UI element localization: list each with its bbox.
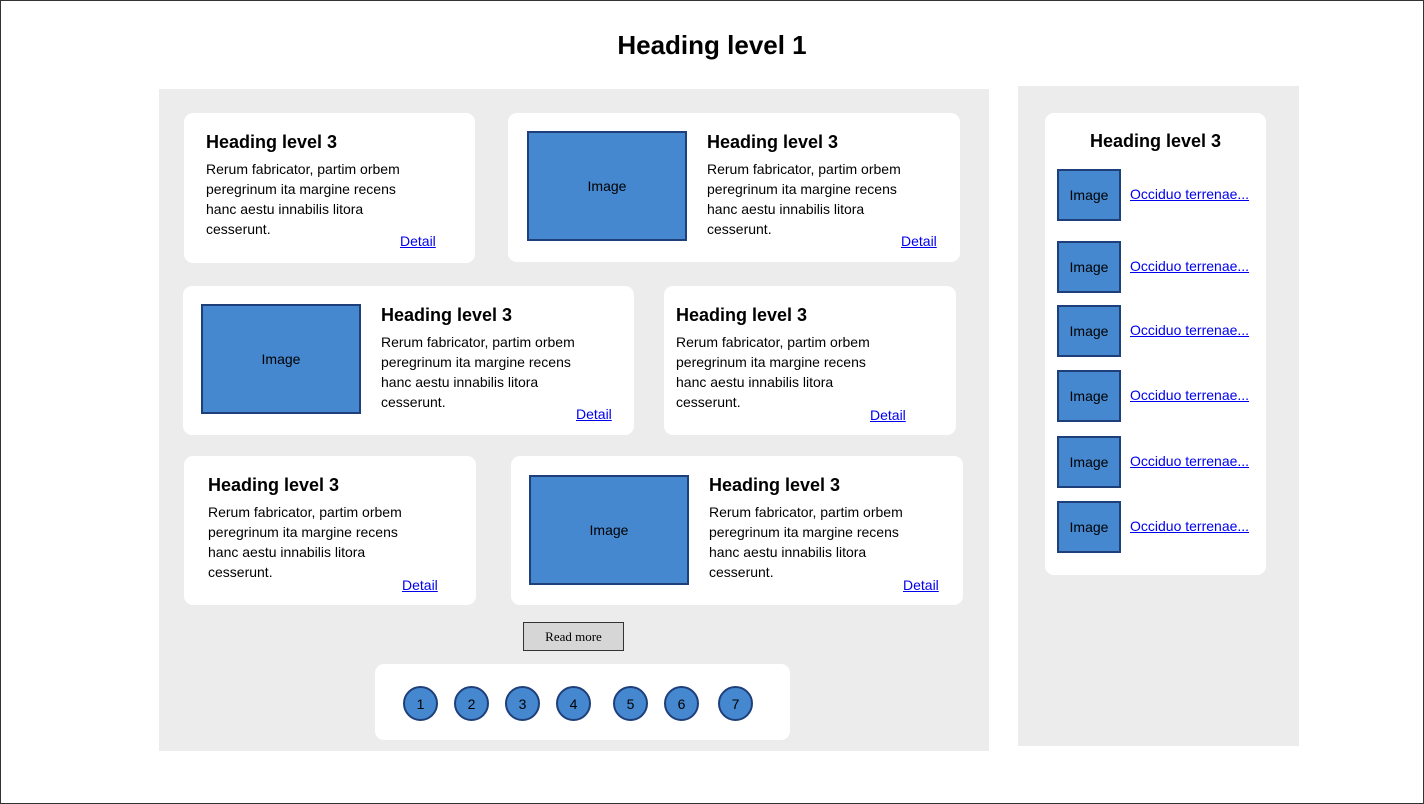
sidebar-list-item: Image Occiduo terrenae... xyxy=(1057,501,1262,553)
content-card: Image Heading level 3 Rerum fabricator, … xyxy=(511,456,963,605)
content-card: Heading level 3 Rerum fabricator, partim… xyxy=(184,113,475,263)
page-button-3[interactable]: 3 xyxy=(505,686,540,721)
card-detail-link[interactable]: Detail xyxy=(576,406,612,422)
sidebar-thumbnail: Image xyxy=(1057,501,1121,553)
card-body: Rerum fabricator, partim orbem peregrinu… xyxy=(208,504,402,580)
card-body: Rerum fabricator, partim orbem peregrinu… xyxy=(709,504,903,580)
card-image: Image xyxy=(201,304,361,414)
pagination: 1 2 3 4 5 6 7 xyxy=(375,664,790,740)
card-detail-link[interactable]: Detail xyxy=(903,577,939,593)
sidebar-list-item: Image Occiduo terrenae... xyxy=(1057,169,1262,221)
card-detail-link[interactable]: Detail xyxy=(400,233,436,249)
card-heading: Heading level 3 xyxy=(208,475,340,495)
sidebar-list-item: Image Occiduo terrenae... xyxy=(1057,305,1262,357)
content-card: Image Heading level 3 Rerum fabricator, … xyxy=(183,286,634,435)
sidebar-item-link[interactable]: Occiduo terrenae... xyxy=(1130,518,1249,534)
content-card: Image Heading level 3 Rerum fabricator, … xyxy=(508,113,960,262)
content-card: Heading level 3 Rerum fabricator, partim… xyxy=(184,456,476,605)
sidebar-thumbnail: Image xyxy=(1057,241,1121,293)
sidebar-item-link[interactable]: Occiduo terrenae... xyxy=(1130,322,1249,338)
sidebar-thumbnail: Image xyxy=(1057,169,1121,221)
card-image: Image xyxy=(527,131,687,241)
card-detail-link[interactable]: Detail xyxy=(870,407,906,423)
card-heading: Heading level 3 xyxy=(709,475,841,495)
card-heading: Heading level 3 xyxy=(707,132,839,152)
read-more-button[interactable]: Read more xyxy=(523,622,624,651)
sidebar-list-item: Image Occiduo terrenae... xyxy=(1057,241,1262,293)
sidebar-item-link[interactable]: Occiduo terrenae... xyxy=(1130,258,1249,274)
page-title: Heading level 1 xyxy=(617,30,807,60)
sidebar-list-item: Image Occiduo terrenae... xyxy=(1057,370,1262,422)
card-body: Rerum fabricator, partim orbem peregrinu… xyxy=(206,161,400,237)
card-body: Rerum fabricator, partim orbem peregrinu… xyxy=(676,334,870,410)
page-button-7[interactable]: 7 xyxy=(718,686,753,721)
card-image: Image xyxy=(529,475,689,585)
sidebar-item-link[interactable]: Occiduo terrenae... xyxy=(1130,453,1249,469)
card-body: Rerum fabricator, partim orbem peregrinu… xyxy=(381,334,575,410)
card-detail-link[interactable]: Detail xyxy=(901,233,937,249)
sidebar-thumbnail: Image xyxy=(1057,436,1121,488)
sidebar-item-link[interactable]: Occiduo terrenae... xyxy=(1130,186,1249,202)
sidebar-item-link[interactable]: Occiduo terrenae... xyxy=(1130,387,1249,403)
page-button-6[interactable]: 6 xyxy=(664,686,699,721)
page-button-2[interactable]: 2 xyxy=(454,686,489,721)
sidebar-thumbnail: Image xyxy=(1057,305,1121,357)
card-heading: Heading level 3 xyxy=(676,305,808,325)
content-card: Heading level 3 Rerum fabricator, partim… xyxy=(664,286,956,435)
page-button-4[interactable]: 4 xyxy=(556,686,591,721)
page-button-1[interactable]: 1 xyxy=(403,686,438,721)
page-button-5[interactable]: 5 xyxy=(613,686,648,721)
card-heading: Heading level 3 xyxy=(206,132,338,152)
sidebar-heading: Heading level 3 xyxy=(1089,131,1222,151)
card-body: Rerum fabricator, partim orbem peregrinu… xyxy=(707,161,901,237)
sidebar-list-item: Image Occiduo terrenae... xyxy=(1057,436,1262,488)
card-detail-link[interactable]: Detail xyxy=(402,577,438,593)
sidebar-card: Heading level 3 Image Occiduo terrenae..… xyxy=(1045,113,1266,575)
sidebar-thumbnail: Image xyxy=(1057,370,1121,422)
card-heading: Heading level 3 xyxy=(381,305,513,325)
